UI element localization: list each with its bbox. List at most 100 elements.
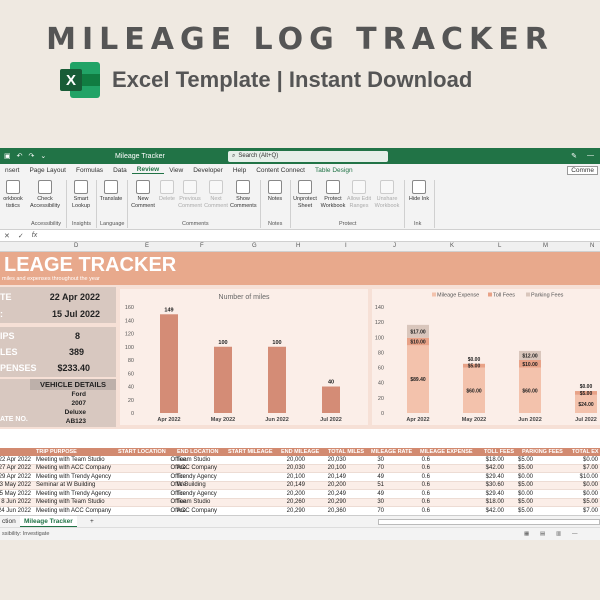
table-cell[interactable]: Seminar at W Building: [36, 482, 95, 488]
tab-content-connect[interactable]: Content Connect: [251, 167, 310, 174]
unprotect-sheet-button[interactable]: Unprotect Sheet: [292, 180, 318, 209]
table-cell[interactable]: $7.00: [550, 465, 598, 471]
comments-button[interactable]: Comme: [567, 165, 598, 175]
table-cell[interactable]: ACC Company: [177, 465, 217, 471]
table-cell[interactable]: $18.00: [448, 457, 504, 463]
undo-icon[interactable]: ↶: [17, 152, 23, 160]
miles-chart[interactable]: Number of miles 0 20 40 60 80 100 120 140 160 149 A…: [120, 289, 368, 425]
column-header[interactable]: K: [450, 243, 454, 249]
table-cell[interactable]: 20,149: [253, 482, 305, 488]
table-cell[interactable]: 20,249: [300, 491, 346, 497]
table-cell[interactable]: 0.6: [390, 482, 430, 488]
table-cell[interactable]: Meeting with Trendy Agency: [36, 474, 111, 480]
table-cell[interactable]: Meeting with ACC Company: [36, 508, 111, 514]
normal-view-icon[interactable]: ▦: [524, 531, 529, 537]
sheet-tab-mileage-tracker[interactable]: Mileage Tracker: [20, 516, 77, 527]
page-layout-icon[interactable]: ▤: [540, 531, 545, 537]
table-row[interactable]: 22 Apr 2022 Meeting with Team Studio Offic…: [0, 456, 600, 465]
column-header[interactable]: E: [145, 243, 149, 249]
table-cell[interactable]: Trendy Agency: [177, 491, 217, 497]
vehicle-make[interactable]: Ford: [72, 391, 86, 398]
table-cell[interactable]: 22 Apr 2022: [0, 457, 31, 463]
horizontal-scrollbar[interactable]: [378, 519, 600, 525]
table-row[interactable]: 27 Apr 2022 Meeting with ACC Company Offic…: [0, 464, 600, 473]
new-comment-button[interactable]: New Comment: [130, 180, 156, 209]
table-cell[interactable]: 70: [342, 465, 384, 471]
pen-icon[interactable]: ✎: [571, 152, 577, 160]
cancel-icon[interactable]: ✕: [4, 232, 10, 240]
tab-help[interactable]: Help: [228, 167, 251, 174]
workbook-statistics-button[interactable]: orkbook tistics: [0, 180, 26, 209]
table-cell[interactable]: $0.00: [550, 457, 598, 463]
table-cell[interactable]: W Building: [177, 482, 206, 488]
table-cell[interactable]: 8 Jun 2022: [0, 499, 31, 505]
add-sheet-button[interactable]: +: [90, 518, 94, 525]
table-cell[interactable]: $5.00: [497, 499, 533, 505]
table-cell[interactable]: $7.00: [550, 508, 598, 514]
table-row[interactable]: 29 Apr 2022 Meeting with Trendy Agency Off…: [0, 473, 600, 482]
table-cell[interactable]: 20,149: [300, 474, 346, 480]
table-cell[interactable]: $30.60: [448, 482, 504, 488]
start-date-value[interactable]: 22 Apr 2022: [50, 292, 100, 302]
table-cell[interactable]: 30: [342, 457, 384, 463]
column-header[interactable]: I: [345, 243, 347, 249]
table-cell[interactable]: 20,100: [300, 465, 346, 471]
table-header[interactable]: END MILEAGE: [281, 449, 319, 455]
column-header[interactable]: J: [393, 243, 396, 249]
vehicle-plate[interactable]: AB123: [66, 418, 86, 425]
table-cell[interactable]: $29.40: [448, 474, 504, 480]
table-header[interactable]: MILEAGE EXPENSE: [420, 449, 473, 455]
table-cell[interactable]: $29.40: [448, 491, 504, 497]
table-cell[interactable]: Meeting with Team Studio: [36, 457, 105, 463]
fx-icon[interactable]: fx: [32, 232, 37, 239]
smart-lookup-button[interactable]: Smart Lookup: [68, 180, 94, 209]
page-break-icon[interactable]: ▥: [556, 531, 561, 537]
table-cell[interactable]: $0.00: [550, 482, 598, 488]
table-cell[interactable]: Meeting with ACC Company: [36, 465, 111, 471]
column-header[interactable]: F: [200, 243, 204, 249]
unshare-workbook-button[interactable]: Unshare Workbook: [374, 180, 400, 209]
search-box[interactable]: ⌕ Search (Alt+Q): [228, 150, 388, 162]
expenses-chart[interactable]: Mileage Expense Toll Fees Parking Fees 0 20 4…: [372, 289, 600, 425]
accessibility-status[interactable]: ssibility: Investigate: [2, 531, 49, 537]
table-row[interactable]: 5 May 2022 Meeting with Trendy Agency Offi…: [0, 490, 600, 499]
table-cell[interactable]: 0.6: [390, 491, 430, 497]
tab-table-design[interactable]: Table Design: [310, 167, 358, 174]
table-cell[interactable]: 20,360: [300, 508, 346, 514]
table-cell[interactable]: 20,000: [253, 457, 305, 463]
table-cell[interactable]: 20,260: [253, 499, 305, 505]
table-header[interactable]: TOTAL EX: [572, 449, 599, 455]
table-row[interactable]: 8 Jun 2022 Meeting with Team Studio Office…: [0, 498, 600, 507]
table-cell[interactable]: 30: [342, 499, 384, 505]
table-cell[interactable]: 24 Jun 2022: [0, 508, 31, 514]
table-cell[interactable]: $0.00: [550, 491, 598, 497]
minimize-icon[interactable]: —: [587, 152, 594, 160]
column-header[interactable]: N: [590, 243, 594, 249]
column-header[interactable]: M: [543, 243, 548, 249]
table-cell[interactable]: 0.6: [390, 499, 430, 505]
redo-icon[interactable]: ↷: [29, 152, 35, 160]
table-cell[interactable]: Team Studio: [177, 457, 210, 463]
table-cell[interactable]: Trendy Agency: [177, 474, 217, 480]
table-cell[interactable]: 20,100: [253, 474, 305, 480]
table-cell[interactable]: 0.6: [390, 508, 430, 514]
table-header[interactable]: START MILEAGE: [228, 449, 273, 455]
table-cell[interactable]: 20,200: [300, 482, 346, 488]
table-cell[interactable]: $5.00: [550, 499, 598, 505]
tab-developer[interactable]: Developer: [188, 167, 228, 174]
table-cell[interactable]: 0.6: [390, 457, 430, 463]
table-cell[interactable]: $10.00: [550, 474, 598, 480]
table-header[interactable]: PARKING FEES: [522, 449, 563, 455]
table-cell[interactable]: 3 May 2022: [0, 482, 31, 488]
table-row[interactable]: 3 May 2022 Seminar at W Building Office W B…: [0, 481, 600, 490]
tab-formulas[interactable]: Formulas: [71, 167, 108, 174]
vehicle-year[interactable]: 2007: [72, 400, 86, 407]
table-cell[interactable]: 20,290: [253, 508, 305, 514]
tab-data[interactable]: Data: [108, 167, 132, 174]
column-header[interactable]: G: [252, 243, 257, 249]
table-cell[interactable]: 49: [342, 474, 384, 480]
table-cell[interactable]: 0.6: [390, 465, 430, 471]
table-header[interactable]: START LOCATION: [118, 449, 166, 455]
table-cell[interactable]: 27 Apr 2022: [0, 465, 31, 471]
table-cell[interactable]: 70: [342, 508, 384, 514]
